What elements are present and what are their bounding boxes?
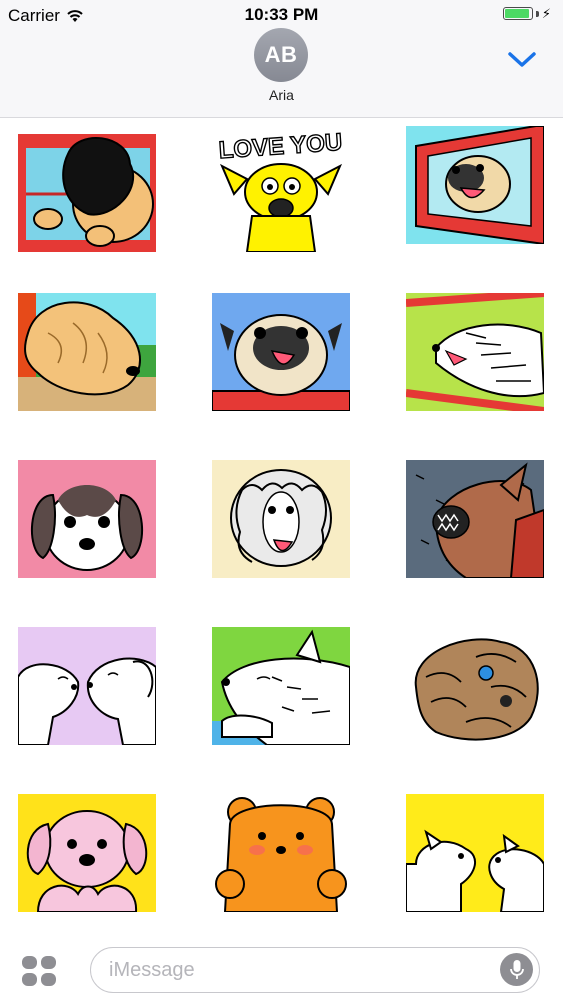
message-placeholder: iMessage xyxy=(109,959,195,981)
sticker-grid: LOVE YOU xyxy=(0,118,563,930)
battery-fill xyxy=(504,9,529,18)
status-bar: Carrier 10:33 PM ⚡ xyxy=(0,0,563,30)
message-input[interactable]: iMessage xyxy=(90,947,540,993)
conversation-header: Carrier 10:33 PM ⚡ AB Aria xyxy=(0,0,563,118)
app-drawer-icon[interactable] xyxy=(20,954,58,988)
sticker-wrinkly-dog[interactable] xyxy=(406,627,544,745)
microphone-icon xyxy=(509,959,524,979)
chevron-down-icon[interactable] xyxy=(506,46,538,72)
sticker-white-dog-green[interactable] xyxy=(212,627,350,745)
clock: 10:33 PM xyxy=(244,5,319,24)
sticker-golden-dog-car[interactable] xyxy=(18,293,156,411)
battery-status: ⚡ xyxy=(502,6,551,21)
sticker-beagle-puppy[interactable] xyxy=(18,460,156,578)
sticker-angry-dog-rain[interactable] xyxy=(406,460,544,578)
sticker-pink-puppy[interactable] xyxy=(18,794,156,912)
battery-nub xyxy=(535,10,539,17)
battery-icon xyxy=(502,7,533,20)
sticker-two-dogs-kiss[interactable] xyxy=(18,627,156,745)
sticker-pug-tongue[interactable] xyxy=(212,293,350,411)
sticker-dog-hair-car-window[interactable] xyxy=(18,134,156,252)
contact-name[interactable]: Aria xyxy=(0,87,563,103)
sticker-white-dog-wind[interactable] xyxy=(406,293,544,411)
charging-bolt-icon: ⚡ xyxy=(541,6,551,21)
sticker-white-dogs-yellow[interactable] xyxy=(406,794,544,912)
sticker-love-you-dog[interactable]: LOVE YOU xyxy=(212,124,350,252)
microphone-button[interactable] xyxy=(500,953,533,986)
contact-avatar[interactable]: AB xyxy=(254,28,308,82)
sticker-poodle-tongue[interactable] xyxy=(212,460,350,578)
sticker-pug-car-mirror[interactable] xyxy=(406,126,544,244)
sticker-orange-bear[interactable] xyxy=(212,794,350,912)
sticker-text-love-you: LOVE YOU xyxy=(218,129,343,165)
